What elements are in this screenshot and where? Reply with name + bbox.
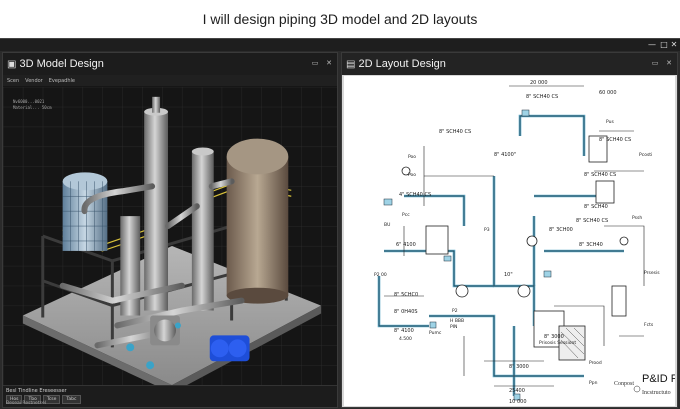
menu-item-evepadhle[interactable]: Evepadhle (49, 78, 75, 84)
close-icon[interactable]: ✕ (670, 41, 678, 49)
3d-viewport[interactable] (3, 86, 337, 386)
screenshot-root: I will design piping 3D model and 2D lay… (0, 0, 680, 409)
menu-item-scene[interactable]: Scen (7, 78, 19, 84)
instrument-tag: Pcc (402, 212, 410, 218)
dimension-label: 8" 3CH00 (549, 227, 573, 233)
instrument-tag: Fcts (644, 322, 654, 328)
instrument-tag: Prisosis Sessiont (539, 340, 576, 346)
instrument-tag: PIN (450, 324, 457, 330)
dimension-label: 8" SCH40 CS (526, 94, 558, 100)
instrument-tag: Prood (589, 360, 602, 366)
instrument-tag: BU (384, 222, 390, 228)
instrument-tag: Ppn (589, 380, 598, 386)
instrument-tag: 4.500 (399, 336, 412, 342)
panel-3d-title: 3D Model Design (19, 58, 104, 70)
instrument-tag: Pus (606, 119, 614, 125)
dimension-label: 8" 0H40S (394, 309, 418, 315)
distillation-column (144, 96, 169, 311)
panel-2d-titlebar: ▤ 2D Layout Design ▭ ✕ (342, 53, 677, 75)
instrument-tag: Prsesis (644, 270, 660, 276)
panel-3d-titlebar: ▣ 3D Model Design ▭ ✕ (3, 53, 337, 75)
minimize-icon[interactable]: — (648, 41, 656, 49)
dimension-label: 8" 5CHC0 (394, 292, 418, 298)
dimension-label: 25400 (509, 388, 525, 394)
dimension-label: 8" SCH40 CS (584, 172, 616, 178)
dimension-label: 8" SCH40 CS (439, 129, 471, 135)
instrument-tag: Pumc (429, 330, 442, 336)
panel-maximize-icon[interactable]: ▭ (651, 59, 659, 67)
dimension-label: 8" SCH40 (584, 204, 608, 210)
instrument-tag: Pcosti (639, 152, 652, 158)
panel-2d-title: 2D Layout Design (358, 58, 446, 70)
legend-left-label: Conpost (614, 381, 634, 387)
dimension-label: 10 000 (509, 399, 527, 405)
dimension-label: 10" (504, 272, 513, 278)
dimension-label: 8" 4100 (394, 328, 414, 334)
panel-close-icon[interactable]: ✕ (325, 59, 333, 67)
timeline-bar: Besl Tindline Ereseesser Hos Tbo Tcse Ta… (3, 385, 337, 407)
instrument-tag: H BBB (450, 318, 464, 324)
document-icon: ▤ (346, 58, 356, 70)
secondary-column (191, 151, 214, 311)
dimension-label: 8" 4100" (494, 152, 516, 158)
model-info-readout: Nv6000...0021 Material... 50cm (13, 99, 52, 111)
instrument-tag: Pssh (632, 215, 642, 221)
info-line: Material... 50cm (13, 105, 52, 110)
legend-title: P&ID PD (642, 373, 675, 385)
menu-item-vendor[interactable]: Vendor (25, 78, 43, 84)
application-frame: — □ ✕ ▣ 3D Model Design ▭ ✕ Scen Vendor … (0, 38, 680, 409)
cube-icon: ▣ (7, 58, 17, 70)
dimension-label: 20 000 (530, 80, 548, 86)
instrument-tag: P2 00 (374, 272, 387, 278)
panel-close-icon[interactable]: ✕ (665, 59, 673, 67)
panel-maximize-icon[interactable]: ▭ (311, 59, 319, 67)
panel-3d-model: ▣ 3D Model Design ▭ ✕ Scen Vendor Evepad… (2, 52, 338, 408)
dimension-label: 8" 3000 (544, 334, 564, 340)
page-headline: I will design piping 3D model and 2D lay… (202, 11, 478, 27)
timeline-title: Besl Tindline Ereseesser (6, 388, 67, 394)
rusty-pressure-vessel (226, 138, 289, 304)
dimension-label: 60 000 (599, 90, 617, 96)
instrument-tag: P3 (484, 227, 490, 233)
instrument-tag: P2 (452, 308, 458, 314)
dimension-label: 8" SCH40 CS (599, 137, 631, 143)
panel-3d-menubar: Scen Vendor Evepadhle (3, 75, 337, 86)
dimension-label: 8" SCH40 CS (576, 218, 608, 224)
dimension-label: 8" 3CH40 (579, 242, 603, 248)
pid-diagram: 20 000 8" SCH40 CS 8" SCH40 CS 8" SCH40 … (344, 76, 677, 406)
maximize-icon[interactable]: □ (660, 41, 668, 49)
timeline-tab[interactable]: Tabc (62, 395, 81, 404)
legend-subtitle: Incstructuto (642, 390, 671, 396)
status-text: Beseai Restnetsel (6, 401, 46, 406)
dimension-label: 8" 3000 (509, 364, 529, 370)
pid-drawing-sheet[interactable]: 20 000 8" SCH40 CS 8" SCH40 CS 8" SCH40 … (344, 76, 677, 406)
panel-2d-layout: ▤ 2D Layout Design ▭ ✕ 20 000 8" SCH40 C… (341, 52, 678, 408)
instrument-tag: Poo (408, 172, 416, 178)
window-titlebar: — □ ✕ (0, 39, 680, 51)
instrument-tag: Poo (408, 154, 416, 160)
dimension-label: 6" 4100 (396, 242, 416, 248)
dimension-label: 4" SCH40 CS (399, 192, 431, 198)
